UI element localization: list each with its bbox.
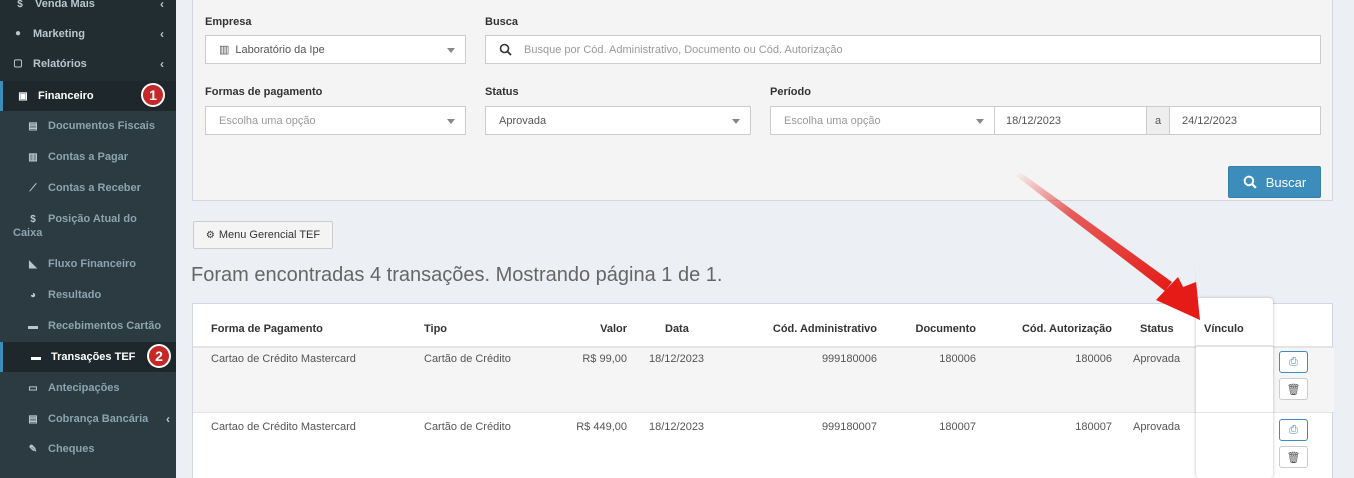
annotation-arrow [1016, 172, 1200, 320]
